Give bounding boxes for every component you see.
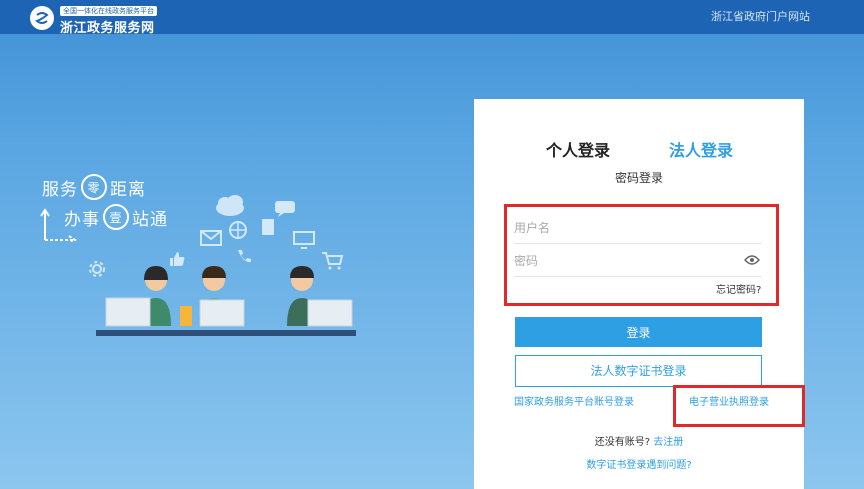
globe-icon	[229, 221, 247, 239]
login-button[interactable]: 登录	[515, 317, 762, 347]
provincial-portal-link[interactable]: 浙江省政府门户网站	[711, 8, 810, 24]
slogan2-part-b: 站通	[132, 209, 168, 230]
highlight-box-license-login	[673, 385, 805, 427]
legal-cert-login-button[interactable]: 法人数字证书登录	[515, 355, 762, 387]
logo-title: 浙江政务服务网	[60, 21, 155, 36]
customer-service-agents-icon	[96, 266, 356, 336]
chat-bubble-icon	[275, 201, 295, 217]
arrow-icon	[40, 208, 77, 242]
slogan2-ring-char: 壹	[103, 204, 129, 230]
password-login-subtitle: 密码登录	[614, 171, 663, 185]
highlight-box-credentials	[504, 204, 779, 306]
tab-personal-login[interactable]: 个人登录	[546, 137, 610, 161]
site-logo[interactable]: 全国一体化在线政务服务平台 浙江政务服务网	[30, 6, 180, 36]
register-line: 还没有账号? 去注册	[474, 433, 804, 448]
slogan1-part-b: 距离	[110, 179, 146, 200]
register-link[interactable]: 去注册	[653, 437, 683, 448]
tab-legal-login[interactable]: 法人登录	[669, 137, 733, 161]
slogan1-ring-char: 零	[81, 174, 107, 200]
no-account-text: 还没有账号?	[594, 437, 651, 448]
document-icon	[262, 219, 274, 235]
mail-icon	[200, 230, 222, 246]
cloud-icon	[216, 195, 244, 216]
top-header: 全国一体化在线政务服务平台 浙江政务服务网 浙江省政府门户网站	[0, 0, 864, 36]
cert-problem-link[interactable]: 数字证书登录遇到问题?	[474, 456, 804, 471]
logo-subtitle: 全国一体化在线政务服务平台	[60, 6, 157, 16]
service-illustration: 服务 零 距离 办事 壹 站通	[30, 150, 390, 350]
monitor-icon	[293, 231, 315, 249]
slogan1-part-a: 服务	[42, 179, 78, 200]
logo-mark-icon	[30, 6, 54, 30]
national-platform-login-link[interactable]: 国家政务服务平台账号登录	[514, 393, 634, 408]
slogan-line-1: 服务 零 距离	[42, 174, 146, 200]
